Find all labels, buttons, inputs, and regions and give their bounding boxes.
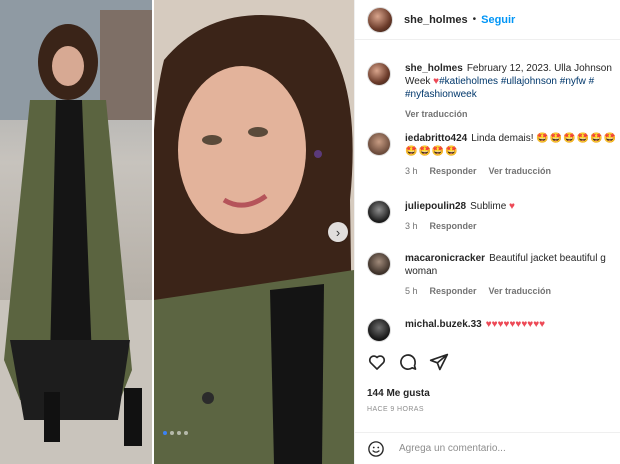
comment-time: 5 h [405, 286, 418, 296]
caption-text-line2: Week [405, 76, 431, 87]
avatar[interactable] [367, 200, 391, 224]
comments-list[interactable]: she_holmes February 12, 2023. Ulla Johnso… [355, 48, 620, 344]
translate-link[interactable]: Ver traducción [489, 166, 552, 176]
comment-text: Sublime [470, 201, 507, 212]
avatar[interactable] [367, 132, 391, 156]
post-sidebar: she_holmes • Seguir she_holmes February 1… [354, 0, 620, 464]
comment-username[interactable]: michal.buzek.33 [405, 319, 482, 330]
comment-username[interactable]: juliepoulin28 [405, 201, 466, 212]
comment-username[interactable]: macaronicracker [405, 253, 485, 264]
comment-item: juliepoulin28 Sublime ♥ 3 h Responder [367, 200, 619, 231]
avatar[interactable] [367, 6, 393, 33]
translate-link[interactable]: Ver traducción [489, 286, 552, 296]
add-comment-bar [355, 432, 620, 464]
instagram-post-modal: › she_holmes • Seguir she_holmes February… [0, 0, 620, 464]
hashtag-link[interactable]: #nyfw [560, 76, 586, 87]
comment-item: macaronicracker Beautiful jacket beautifu… [367, 252, 619, 296]
post-header: she_holmes • Seguir [355, 0, 620, 40]
reply-link[interactable]: Responder [430, 166, 477, 176]
comment-icon[interactable] [398, 352, 418, 372]
carousel-dot [163, 431, 167, 435]
avatar[interactable] [367, 252, 391, 276]
hashtag-link[interactable]: #katieholmes [439, 76, 498, 87]
comment-text: Beautiful jacket beautiful g [489, 253, 606, 264]
author-username[interactable]: she_holmes [404, 14, 468, 26]
post-media[interactable]: › [0, 0, 354, 464]
comment-item: iedabritto424 Linda demais! 🤩🤩🤩🤩🤩🤩 🤩🤩🤩🤩 3… [367, 132, 619, 176]
carousel-dot [170, 431, 174, 435]
action-bar [367, 352, 449, 372]
likes-count[interactable]: 144 Me gusta [367, 388, 430, 399]
photo-full-length-coat [0, 0, 152, 464]
comment-time: 3 h [405, 221, 418, 231]
carousel-next-button[interactable]: › [328, 222, 348, 242]
comment-text: Linda demais! [471, 133, 534, 144]
avatar[interactable] [367, 318, 391, 342]
heart-icon[interactable] [367, 352, 387, 372]
caption-text: February 12, 2023. Ulla Johnson [466, 63, 612, 74]
photo-portrait-closeup [152, 0, 354, 464]
header-separator: • [472, 14, 477, 25]
comment-time: 3 h [405, 166, 418, 176]
heart-emoji-icon: ♥♥♥♥♥♥♥♥♥♥ [485, 319, 546, 330]
chevron-right-icon: › [335, 224, 341, 240]
translate-link[interactable]: Ver traducción [405, 109, 468, 119]
emoji-picker-icon[interactable] [367, 440, 385, 458]
reply-link[interactable]: Responder [430, 221, 477, 231]
heart-emoji-icon: ♥ [509, 201, 515, 212]
comment-input[interactable] [399, 443, 599, 454]
emoji-string: 🤩🤩🤩🤩🤩🤩 [536, 133, 618, 144]
hashtag-link[interactable]: #nyfashionweek [405, 89, 477, 100]
post-timestamp: HACE 9 HORAS [367, 406, 424, 413]
share-icon[interactable] [429, 352, 449, 372]
caption-item: she_holmes February 12, 2023. Ulla Johnso… [367, 62, 619, 119]
carousel-dot [177, 431, 181, 435]
photo-left-illustration [0, 0, 152, 464]
avatar[interactable] [367, 62, 391, 86]
carousel-indicator [163, 431, 188, 435]
photo-right-illustration [152, 0, 354, 464]
reply-link[interactable]: Responder [430, 286, 477, 296]
comment-username[interactable]: iedabritto424 [405, 133, 467, 144]
comment-text-line2: woman [405, 266, 438, 277]
emoji-string: 🤩🤩🤩🤩 [405, 146, 459, 157]
caption-username[interactable]: she_holmes [405, 63, 463, 74]
hashtag-link[interactable]: # [589, 76, 595, 87]
hashtag-link[interactable]: #ullajohnson [501, 76, 557, 87]
follow-button[interactable]: Seguir [481, 14, 515, 26]
comment-item: michal.buzek.33 ♥♥♥♥♥♥♥♥♥♥ [367, 318, 619, 342]
carousel-dot [184, 431, 188, 435]
